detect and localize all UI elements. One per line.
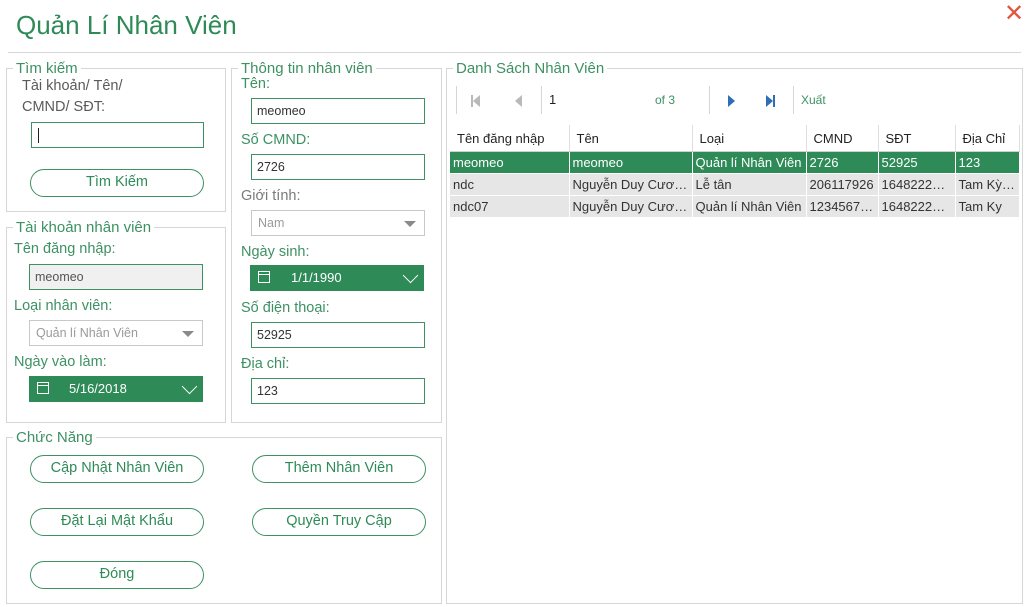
birth-date-label: Ngày sinh:: [241, 244, 310, 260]
page-number-input[interactable]: 1: [545, 88, 629, 112]
window-title: Quản Lí Nhân Viên: [16, 10, 237, 40]
table-cell: meomeo: [569, 151, 693, 174]
name-label: Tên:: [241, 76, 271, 92]
table-cell: Quản lí Nhân Viên: [692, 195, 807, 218]
gender-select[interactable]: Nam: [251, 210, 425, 236]
table-cell: 1648222347: [878, 195, 956, 218]
table-cell: 123: [955, 151, 1020, 174]
navigator-separator: [541, 86, 542, 114]
chevron-down-icon: [182, 331, 194, 337]
calendar-icon: [258, 271, 270, 283]
gender-value: Nam: [258, 216, 285, 230]
employee-table: Tên đăng nhập Tên Loại CMND SĐT Địa Chỉ …: [450, 125, 1020, 218]
table-cell: 206117926: [806, 173, 879, 196]
last-page-bar: [773, 95, 775, 107]
table-cell: Nguyễn Duy Cương: [569, 195, 693, 218]
first-page-arrow: [473, 95, 480, 107]
table-cell: ndc: [450, 173, 570, 196]
column-header-name[interactable]: Tên: [569, 125, 693, 152]
search-prompt: Tài khoản/ Tên/ CMND/ SĐT:: [22, 78, 123, 115]
text-cursor: [38, 128, 39, 143]
prev-page-icon[interactable]: [515, 95, 522, 107]
birth-date-picker[interactable]: 1/1/1990: [250, 265, 424, 291]
table-cell: Tam Ky: [955, 195, 1020, 218]
address-field[interactable]: 123: [251, 378, 425, 404]
calendar-icon: [37, 382, 49, 394]
close-icon[interactable]: ✕: [1002, 2, 1026, 26]
close-button[interactable]: Đóng: [30, 561, 204, 589]
navigator-separator: [709, 86, 710, 114]
start-date-picker[interactable]: 5/16/2018: [29, 376, 203, 402]
update-employee-button[interactable]: Cập Nhật Nhân Viên: [30, 455, 204, 483]
table-cell: 52925: [878, 151, 956, 174]
start-date-value: 5/16/2018: [69, 381, 127, 396]
employee-info-legend: Thông tin nhân viên: [241, 60, 373, 77]
permissions-button[interactable]: Quyền Truy Cập: [252, 508, 426, 536]
search-group-legend: Tìm kiếm: [16, 60, 78, 77]
table-cell: Quản lí Nhân Viên: [692, 151, 807, 174]
employee-type-label: Loại nhân viên:: [14, 298, 113, 314]
table-row[interactable]: ndc Nguyễn Duy Cương Lễ tân 206117926 16…: [450, 173, 1020, 196]
last-page-icon[interactable]: [766, 95, 775, 107]
table-header-row: Tên đăng nhập Tên Loại CMND SĐT Địa Chỉ: [450, 125, 1020, 152]
table-cell: Lễ tân: [692, 173, 807, 196]
phone-field[interactable]: 52925: [251, 322, 425, 348]
start-date-label: Ngày vào làm:: [14, 354, 107, 370]
title-divider: [8, 52, 1021, 53]
phone-label: Số điện thoại:: [241, 300, 330, 316]
first-page-icon[interactable]: [471, 95, 480, 107]
column-header-username[interactable]: Tên đăng nhập: [450, 125, 570, 152]
table-cell: meomeo: [450, 151, 570, 174]
column-header-phone[interactable]: SĐT: [878, 125, 956, 152]
navigator-separator: [793, 86, 794, 114]
table-cell: 2726: [806, 151, 879, 174]
name-field[interactable]: meomeo: [251, 98, 425, 124]
page-count: of 3: [655, 93, 676, 107]
column-header-address[interactable]: Địa Chỉ: [955, 125, 1020, 152]
next-page-icon[interactable]: [728, 95, 735, 107]
record-navigator: [451, 83, 1019, 117]
id-number-label: Số CMND:: [241, 132, 311, 148]
employee-list-legend: Danh Sách Nhân Viên: [456, 60, 605, 77]
employee-type-select[interactable]: Quản lí Nhân Viên: [29, 320, 203, 346]
table-cell: 1648222347: [878, 173, 956, 196]
reset-password-button[interactable]: Đặt Lại Mật Khẩu: [30, 508, 204, 536]
table-row[interactable]: meomeo meomeo Quản lí Nhân Viên 2726 529…: [450, 151, 1020, 174]
chevron-down-icon: [402, 267, 419, 284]
search-button[interactable]: Tìm Kiếm: [30, 169, 204, 197]
username-field[interactable]: meomeo: [29, 264, 203, 290]
export-button[interactable]: Xuất: [801, 93, 826, 107]
table-row[interactable]: ndc07 Nguyễn Duy Cương Quản lí Nhân Viên…: [450, 195, 1020, 218]
account-group-legend: Tài khoản nhân viên: [16, 219, 152, 236]
column-header-id-number[interactable]: CMND: [806, 125, 879, 152]
functions-legend: Chức Năng: [16, 429, 93, 446]
username-label: Tên đăng nhập:: [14, 241, 116, 257]
navigator-separator: [456, 86, 457, 114]
birth-date-value: 1/1/1990: [291, 270, 342, 285]
last-page-arrow: [766, 95, 773, 107]
address-label: Địa chỉ:: [241, 356, 290, 372]
table-cell: ndc07: [450, 195, 570, 218]
column-header-type[interactable]: Loại: [692, 125, 807, 152]
add-employee-button[interactable]: Thêm Nhân Viên: [252, 455, 426, 483]
table-cell: Tam Kỳ, Quảng Nam: [955, 173, 1020, 196]
chevron-down-icon: [181, 378, 198, 395]
employee-type-value: Quản lí Nhân Viên: [36, 326, 138, 340]
id-number-field[interactable]: 2726: [251, 154, 425, 180]
search-input[interactable]: [31, 122, 204, 148]
table-cell: Nguyễn Duy Cương: [569, 173, 693, 196]
gender-label: Giới tính:: [241, 188, 301, 204]
table-cell: 123456789: [806, 195, 879, 218]
chevron-down-icon: [404, 221, 416, 227]
